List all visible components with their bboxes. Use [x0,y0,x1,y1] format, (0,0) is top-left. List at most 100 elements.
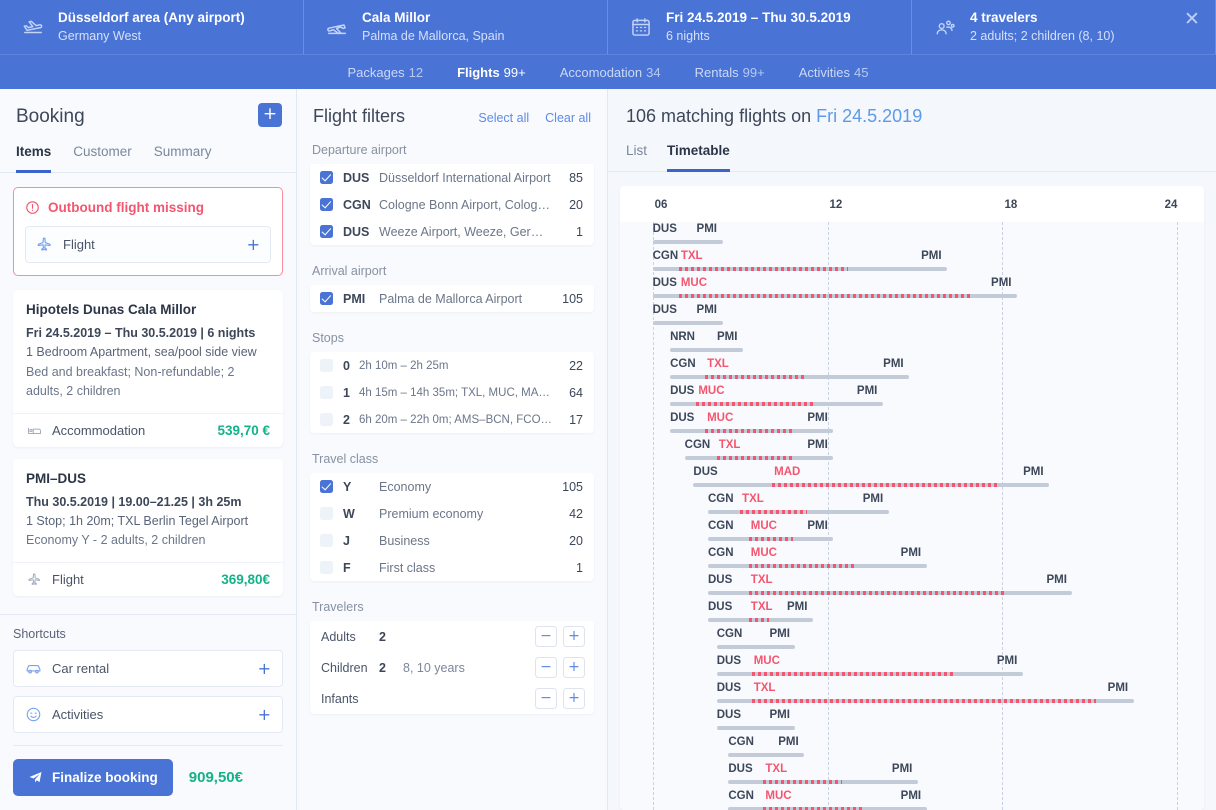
filter-count: 17 [561,413,583,427]
dates-title: Fri 24.5.2019 – Thu 30.5.2019 [666,9,851,27]
nav-label: Activities [799,65,850,80]
traveler-increment-button[interactable]: + [563,688,585,709]
timetable-flight-row[interactable]: DUSPMI [620,708,1204,735]
timetable-flight-row[interactable]: DUSTXLPMI [620,762,1204,789]
traveler-increment-button[interactable]: + [563,626,585,647]
arrival-airport-label: PMI [883,358,903,370]
filter-row[interactable]: WPremium economy42 [310,500,594,527]
timetable-flight-row[interactable]: DUSMUCPMI [620,384,1204,411]
flight-airport-labels: CGNMUCPMI [620,546,1204,561]
nav-item-accomodation[interactable]: Accomodation34 [560,65,661,80]
timetable-flight-row[interactable]: DUSTXLPMI [620,573,1204,600]
timetable-flight-row[interactable]: CGNTXLPMI [620,249,1204,276]
timetable-flight-row[interactable]: CGNMUCPMI [620,546,1204,573]
search-segment-destination[interactable]: Cala Millor Palma de Mallorca, Spain [304,0,608,54]
filter-row[interactable]: FFirst class1 [310,554,594,581]
traveler-decrement-button[interactable]: − [535,626,557,647]
layover-bar [679,267,848,271]
timetable-flight-row[interactable]: NRNPMI [620,330,1204,357]
search-segment-origin[interactable]: Düsseldorf area (Any airport) Germany We… [0,0,304,54]
select-all-link[interactable]: Select all [478,111,529,125]
search-segment-dates[interactable]: Fri 24.5.2019 – Thu 30.5.2019 6 nights [608,0,912,54]
timetable-flight-row[interactable]: DUSMADPMI [620,465,1204,492]
arrival-airport-label: PMI [807,520,827,532]
filter-checkbox[interactable] [320,225,333,238]
layover-bar [752,699,1096,703]
booking-item-card[interactable]: Hipotels Dunas Cala MillorFri 24.5.2019 … [13,290,283,447]
shortcut-plus-icon[interactable]: + [258,659,271,678]
booking-tab-summary[interactable]: Summary [154,144,212,173]
timetable-flight-row[interactable]: DUSMUCPMI [620,276,1204,303]
timetable-flight-row[interactable]: CGNMUCPMI [620,789,1204,810]
flight-duration-bar [653,240,723,244]
traveler-decrement-button[interactable]: − [535,688,557,709]
filter-checkbox[interactable] [320,198,333,211]
timetable-flight-row[interactable]: DUSPMI [620,222,1204,249]
filter-row[interactable]: 26h 20m – 22h 0m; AMS–BCN, FCO–BCN +317 [310,406,594,433]
timetable-flight-row[interactable]: DUSTXLPMI [620,681,1204,708]
filter-checkbox[interactable] [320,171,333,184]
results-tab-list[interactable]: List [626,143,647,172]
results-tab-timetable[interactable]: Timetable [667,143,730,172]
timetable-flight-row[interactable]: CGNPMI [620,735,1204,762]
filter-row[interactable]: CGNCologne Bonn Airport, Cologne, ...20 [310,191,594,218]
filter-checkbox[interactable] [320,359,333,372]
timetable-flight-row[interactable]: CGNTXLPMI [620,492,1204,519]
timetable-flight-row[interactable]: DUSTXLPMI [620,600,1204,627]
nav-item-flights[interactable]: Flights99+ [457,65,526,80]
clear-all-link[interactable]: Clear all [545,111,591,125]
add-booking-item-button[interactable]: + [258,103,282,127]
filter-row[interactable]: DUSDüsseldorf International Airport85 [310,164,594,191]
add-flight-row[interactable]: Flight + [25,226,271,263]
departure-airport-label: DUS [653,304,677,316]
nav-item-activities[interactable]: Activities45 [799,65,869,80]
filter-group-title: Arrival airport [310,264,594,278]
nav-item-packages[interactable]: Packages12 [348,65,424,80]
filter-row[interactable]: YEconomy105 [310,473,594,500]
timetable-flight-row[interactable]: CGNPMI [620,627,1204,654]
filter-checkbox[interactable] [320,534,333,547]
warning-icon [25,200,40,215]
close-icon[interactable]: ✕ [1182,9,1202,29]
shortcut-plus-icon[interactable]: + [258,705,271,724]
traveler-decrement-button[interactable]: − [535,657,557,678]
filter-row[interactable]: 02h 10m – 2h 25m22 [310,352,594,379]
results-date[interactable]: Fri 24.5.2019 [816,106,922,126]
arrival-airport-label: PMI [857,385,877,397]
arrival-airport-label: PMI [787,601,807,613]
filter-checkbox[interactable] [320,386,333,399]
add-flight-plus-icon[interactable]: + [247,235,260,254]
timetable-flight-row[interactable]: CGNTXLPMI [620,438,1204,465]
filter-row[interactable]: 14h 15m – 14h 35m; TXL, MUC, MAD +464 [310,379,594,406]
timetable-chart[interactable]: 06121824 DUSPMICGNTXLPMIDUSMUCPMIDUSPMIN… [620,186,1204,810]
finalize-booking-button[interactable]: Finalize booking [13,759,173,796]
booking-item-card[interactable]: PMI–DUSThu 30.5.2019 | 19.00–21.25 | 3h … [13,459,283,596]
filter-checkbox[interactable] [320,507,333,520]
timetable-flight-row[interactable]: DUSMUCPMI [620,654,1204,681]
arrival-airport-label: PMI [892,763,912,775]
timetable-flight-row[interactable]: CGNTXLPMI [620,357,1204,384]
timetable-flight-row[interactable]: DUSMUCPMI [620,411,1204,438]
filter-checkbox[interactable] [320,292,333,305]
filter-row[interactable]: JBusiness20 [310,527,594,554]
booking-item-type: Flight [52,572,221,587]
smiley-icon [25,706,42,723]
filter-checkbox[interactable] [320,480,333,493]
booking-tab-items[interactable]: Items [16,144,51,173]
filter-row[interactable]: DUSWeeze Airport, Weeze, Germany...1 [310,218,594,245]
shortcut-activities[interactable]: Activities+ [13,696,283,733]
filter-row[interactable]: PMIPalma de Mallorca Airport105 [310,285,594,312]
filter-checkbox[interactable] [320,561,333,574]
traveler-increment-button[interactable]: + [563,657,585,678]
departure-airport-label: CGN [708,547,734,559]
layover-airport-label: MUC [754,655,780,667]
arrival-airport-label: PMI [863,493,883,505]
filter-checkbox[interactable] [320,413,333,426]
layover-airport-label: MUC [751,547,777,559]
nav-item-rentals[interactable]: Rentals99+ [695,65,765,80]
timetable-flight-row[interactable]: CGNMUCPMI [620,519,1204,546]
booking-tab-customer[interactable]: Customer [73,144,132,173]
timetable-flight-row[interactable]: DUSPMI [620,303,1204,330]
shortcut-car-rental[interactable]: Car rental+ [13,650,283,687]
search-segment-travelers[interactable]: 4 travelers 2 adults; 2 children (8, 10) [912,0,1216,54]
